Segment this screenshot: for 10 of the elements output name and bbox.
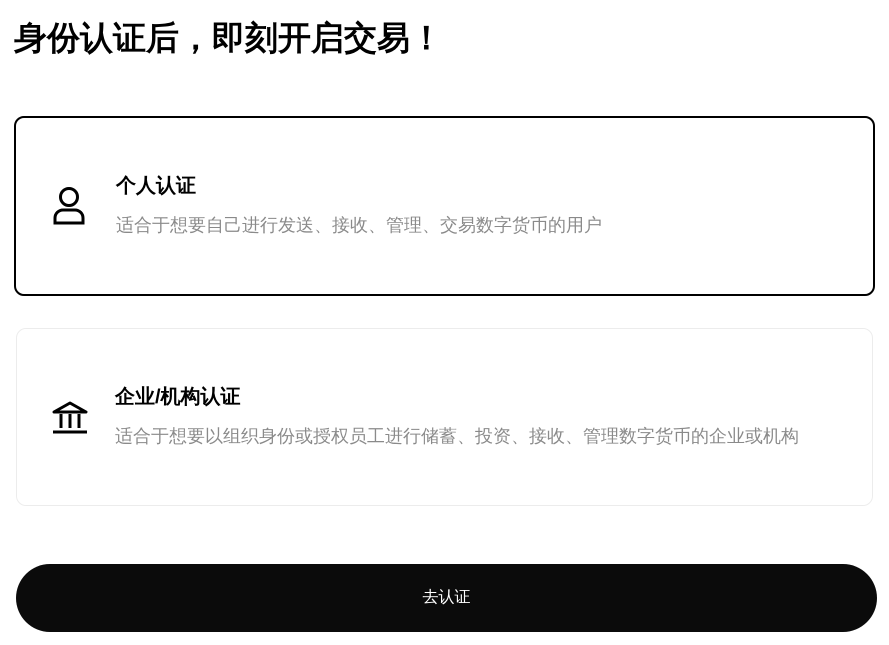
page-title: 身份认证后，即刻开启交易！ [14, 18, 444, 58]
option-title: 个人认证 [116, 174, 197, 199]
option-description: 适合于想要以组织身份或授权员工进行储蓄、投资、接收、管理数字货币的企业或机构 [115, 425, 799, 448]
option-title: 企业/机构认证 [115, 385, 242, 410]
verification-option-card[interactable]: 个人认证 适合于想要自己进行发送、接收、管理、交易数字货币的用户 [14, 116, 875, 296]
verify-button[interactable]: 去认证 [16, 564, 877, 632]
bank-icon [51, 400, 89, 434]
person-icon [52, 186, 86, 226]
verification-option-card[interactable]: 企业/机构认证 适合于想要以组织身份或授权员工进行储蓄、投资、接收、管理数字货币的企业或机构 [16, 328, 873, 506]
option-description: 适合于想要自己进行发送、接收、管理、交易数字货币的用户 [116, 214, 602, 237]
